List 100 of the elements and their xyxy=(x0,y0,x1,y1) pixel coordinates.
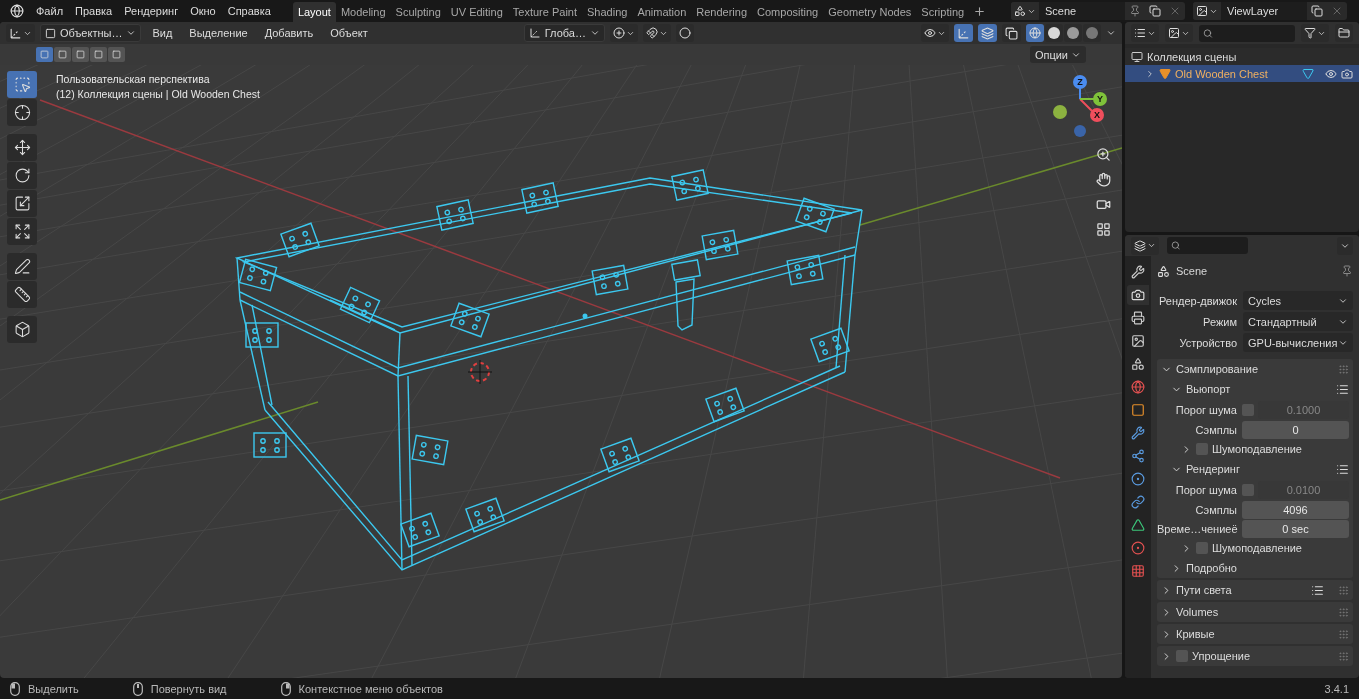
new-collection-button[interactable] xyxy=(1335,24,1353,42)
menu-item[interactable]: Файл xyxy=(30,1,70,21)
add-workspace-icon[interactable] xyxy=(973,4,987,18)
pin-icon[interactable] xyxy=(1129,5,1141,17)
panel-header[interactable]: Шумоподавление xyxy=(1157,538,1353,558)
select-mode-button[interactable] xyxy=(90,47,107,62)
workspace-tab[interactable]: Layout xyxy=(292,2,336,22)
render-visibility-icon[interactable] xyxy=(1341,67,1353,80)
workspace-tab[interactable]: Sculpting xyxy=(390,2,446,22)
sphere-icon xyxy=(1067,27,1079,39)
axis-handle[interactable]: Z xyxy=(1073,75,1087,89)
negative-z-handle[interactable] xyxy=(1074,125,1086,137)
add-cube-tool-button[interactable] xyxy=(7,316,37,343)
select-field[interactable]: GPU-вычисления xyxy=(1243,333,1353,352)
copy-icon[interactable] xyxy=(1149,5,1161,17)
visibility-button[interactable] xyxy=(921,24,949,42)
select-field[interactable]: Стандартный xyxy=(1243,312,1353,331)
grid-icon xyxy=(1095,221,1111,237)
menu-item[interactable]: Окно xyxy=(184,1,222,21)
move-tool-button[interactable] xyxy=(7,134,37,161)
panel-header[interactable]: Шумоподавление xyxy=(1157,439,1353,459)
workspace-tab[interactable]: Shading xyxy=(582,2,633,22)
search-field[interactable] xyxy=(1199,24,1295,42)
workspace-tab[interactable]: UV Editing xyxy=(445,2,508,22)
panel-header[interactable]: Volumes xyxy=(1157,602,1353,622)
filter-view-button[interactable] xyxy=(1165,24,1193,42)
axis-handle[interactable]: X xyxy=(1090,108,1104,122)
checkbox[interactable] xyxy=(1242,403,1254,416)
copy-icon[interactable] xyxy=(1311,5,1323,17)
axis-handle[interactable]: Y xyxy=(1093,92,1107,106)
annotate-tool-button[interactable] xyxy=(7,253,37,280)
proportional-button[interactable] xyxy=(675,24,694,42)
chevron-down-icon[interactable] xyxy=(1106,28,1116,38)
number-field[interactable]: 4096 xyxy=(1242,500,1349,519)
field-label: Порог шума xyxy=(1174,483,1237,496)
checkbox[interactable] xyxy=(1196,542,1208,554)
workspace-tab[interactable]: Animation xyxy=(632,2,692,22)
panel-header[interactable]: Пути света xyxy=(1157,580,1353,600)
number-field[interactable]: 0 xyxy=(1242,420,1349,439)
gizmo-toggle[interactable] xyxy=(954,24,973,42)
outliner-row[interactable]: Old Wooden Chest xyxy=(1125,65,1359,82)
panel-header[interactable]: Рендеринг xyxy=(1157,459,1353,479)
visibility-icon[interactable] xyxy=(1325,67,1337,80)
select-mode-button[interactable] xyxy=(72,47,89,62)
xray-toggle[interactable] xyxy=(1002,24,1021,42)
rendered-shading-button[interactable] xyxy=(1083,24,1101,42)
material-shading-button[interactable] xyxy=(1064,24,1082,42)
filter-button[interactable] xyxy=(1301,24,1329,42)
checkbox[interactable] xyxy=(1196,443,1208,455)
panel-header[interactable]: Кривые xyxy=(1157,624,1353,644)
search-icon xyxy=(1171,240,1181,251)
overlays-toggle[interactable] xyxy=(978,24,997,42)
select-mode-button[interactable] xyxy=(54,47,71,62)
measure-tool-button[interactable] xyxy=(7,281,37,308)
menu-item[interactable]: Рендеринг xyxy=(118,1,185,21)
rotate-tool-button[interactable] xyxy=(7,162,37,189)
negative-y-handle[interactable] xyxy=(1053,105,1067,119)
menu-item[interactable]: Добавить xyxy=(258,24,320,42)
editor-type-button[interactable] xyxy=(1131,236,1159,255)
snap-button[interactable] xyxy=(642,24,671,42)
search-field[interactable] xyxy=(1167,237,1248,254)
orientation-dropdown[interactable]: Глоба… xyxy=(523,24,605,42)
editor-type-button[interactable] xyxy=(6,24,35,42)
pivot-button[interactable] xyxy=(609,24,638,42)
mode-dropdown[interactable]: Объектны… xyxy=(40,24,142,42)
workspace-tab[interactable]: Compositing xyxy=(752,2,824,22)
scene-field[interactable]: Scene xyxy=(1039,2,1125,20)
close-icon[interactable] xyxy=(1331,5,1343,17)
wireframe-shading-button[interactable] xyxy=(1026,24,1044,42)
workspace-tab[interactable]: Rendering xyxy=(691,2,753,22)
solid-shading-button[interactable] xyxy=(1045,24,1063,42)
mouse-icon xyxy=(10,681,20,696)
checkbox[interactable] xyxy=(1242,483,1254,496)
menu-item[interactable]: Вид xyxy=(146,24,179,42)
transform-tool-icon xyxy=(13,223,31,240)
panel-header[interactable]: Подробно xyxy=(1157,558,1353,578)
panel-header[interactable]: Сэмплирование xyxy=(1157,359,1353,379)
properties-tab[interactable] xyxy=(1127,285,1149,305)
scale-tool-button[interactable] xyxy=(7,190,37,217)
panel-header[interactable]: Упрощение xyxy=(1157,646,1353,666)
menu-item[interactable]: Справка xyxy=(221,1,277,21)
workspace-tab[interactable]: Texture Paint xyxy=(507,2,582,22)
checkbox[interactable] xyxy=(1176,650,1188,662)
number-field[interactable]: 0 sec xyxy=(1242,519,1349,538)
workspace-tab[interactable]: Modeling xyxy=(335,2,391,22)
panel-header[interactable]: Вьюпорт xyxy=(1157,379,1353,399)
view-layer-field[interactable]: ViewLayer xyxy=(1221,2,1307,20)
display-mode-button[interactable] xyxy=(1131,24,1159,42)
pin-icon[interactable] xyxy=(1341,265,1353,277)
select-mode-button[interactable] xyxy=(108,47,125,62)
transform-tool-button[interactable] xyxy=(7,218,37,245)
select-field[interactable]: Cycles xyxy=(1243,291,1353,310)
menu-item[interactable]: Выделение xyxy=(183,24,254,42)
menu-item[interactable]: Правка xyxy=(69,1,119,21)
workspace-tab[interactable]: Geometry Nodes xyxy=(823,2,917,22)
cursor-tool-button[interactable] xyxy=(7,99,37,126)
options-dropdown[interactable]: Опции xyxy=(1029,46,1086,63)
close-icon[interactable] xyxy=(1169,5,1181,17)
menu-item[interactable]: Объект xyxy=(324,24,374,42)
workspace-tab[interactable]: Scripting xyxy=(916,2,970,22)
